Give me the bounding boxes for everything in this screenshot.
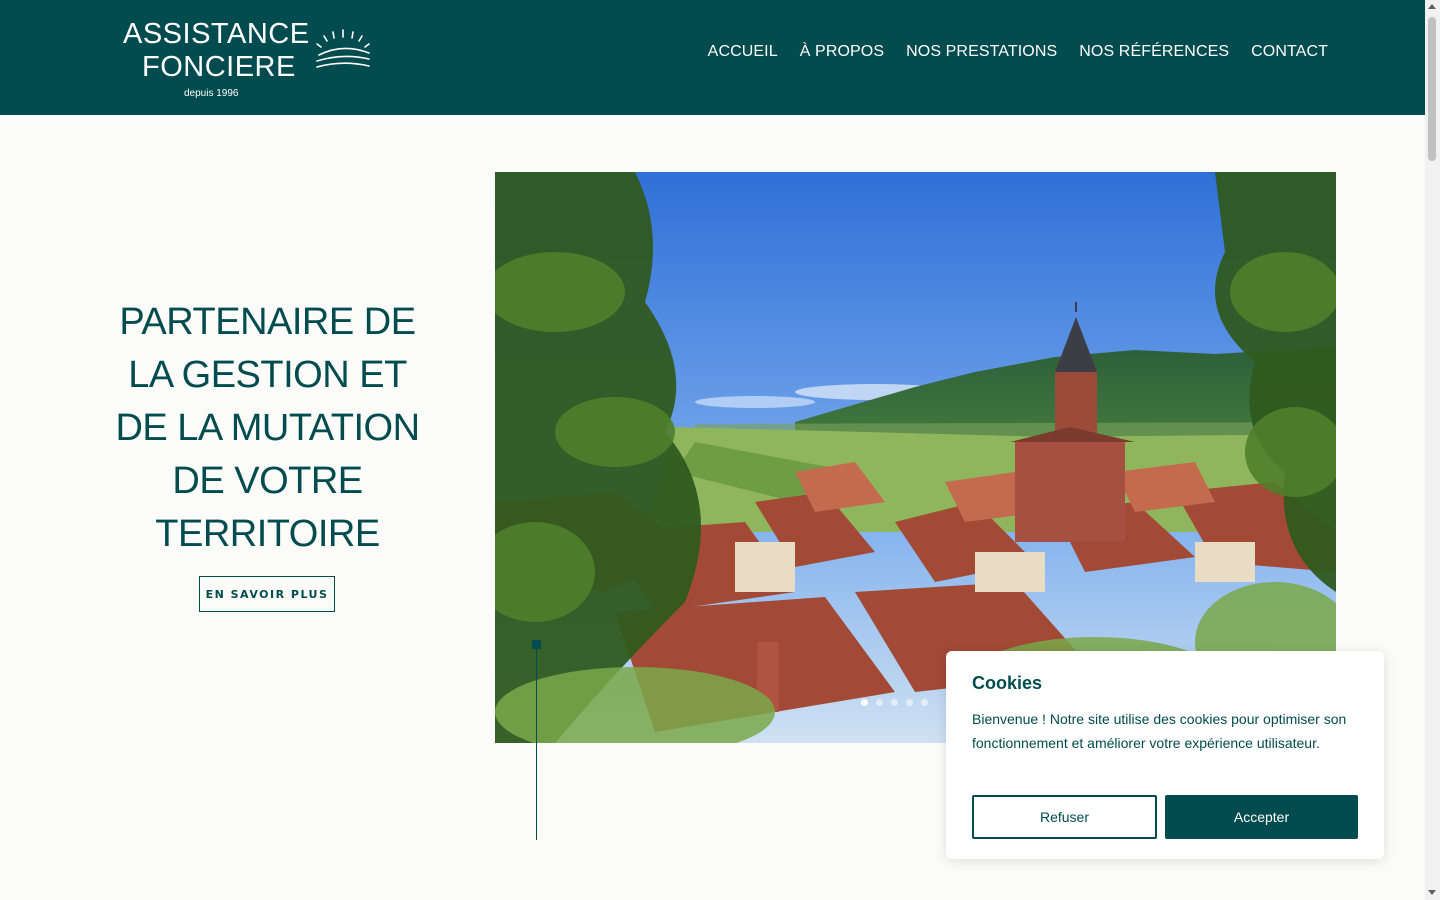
hero-title-line: DE LA MUTATION	[115, 407, 420, 449]
nav-a-propos[interactable]: À PROPOS	[800, 43, 884, 61]
nav-nos-references[interactable]: NOS RÉFÉRENCES	[1079, 43, 1229, 61]
learn-more-button[interactable]: EN SAVOIR PLUS	[199, 576, 335, 612]
logo-tagline: depuis 1996	[184, 88, 239, 99]
cookie-message: Bienvenue ! Notre site utilise des cooki…	[972, 711, 1347, 751]
logo-line-2: FONCIERE	[142, 51, 296, 83]
refuse-cookies-button[interactable]: Refuser	[972, 795, 1157, 839]
hero-title-line: DE VOTRE	[172, 460, 363, 502]
cookie-banner: Cookies Bienvenue ! Notre site utilise d…	[946, 651, 1384, 859]
sunrise-logo-icon	[316, 29, 370, 68]
slider-dot[interactable]	[876, 699, 883, 706]
slider-dot[interactable]	[861, 699, 868, 706]
hero-title: PARTENAIRE DE LA GESTION ET DE LA MUTATI…	[105, 296, 430, 561]
slider-dot[interactable]	[921, 699, 928, 706]
scrollbar-thumb[interactable]	[1428, 17, 1436, 161]
site-header: ASSISTANCE FONCIERE depuis 1996 ACCUEIL …	[0, 0, 1425, 115]
slider-dot[interactable]	[891, 699, 898, 706]
nav-accueil[interactable]: ACCUEIL	[708, 43, 778, 61]
site-logo[interactable]: ASSISTANCE FONCIERE depuis 1996	[123, 18, 383, 106]
cookie-title: Cookies	[972, 673, 1043, 693]
main-nav: ACCUEIL À PROPOS NOS PRESTATIONS NOS RÉF…	[708, 43, 1328, 61]
hero-title-line: TERRITOIRE	[155, 513, 380, 555]
slider-dot[interactable]	[906, 699, 913, 706]
slider-dots	[861, 699, 928, 706]
decorative-square	[532, 640, 541, 649]
scroll-up-icon[interactable]	[1428, 4, 1436, 9]
page-scrollbar[interactable]	[1425, 0, 1440, 900]
nav-nos-prestations[interactable]: NOS PRESTATIONS	[906, 43, 1057, 61]
scroll-down-icon[interactable]	[1428, 890, 1436, 895]
accept-cookies-button[interactable]: Accepter	[1165, 795, 1358, 839]
hero-title-line: PARTENAIRE DE	[119, 301, 416, 343]
decorative-vertical-line	[536, 640, 537, 840]
logo-line-1: ASSISTANCE	[123, 18, 310, 50]
hero-title-line: LA GESTION ET	[128, 354, 407, 396]
nav-contact[interactable]: CONTACT	[1251, 43, 1328, 61]
